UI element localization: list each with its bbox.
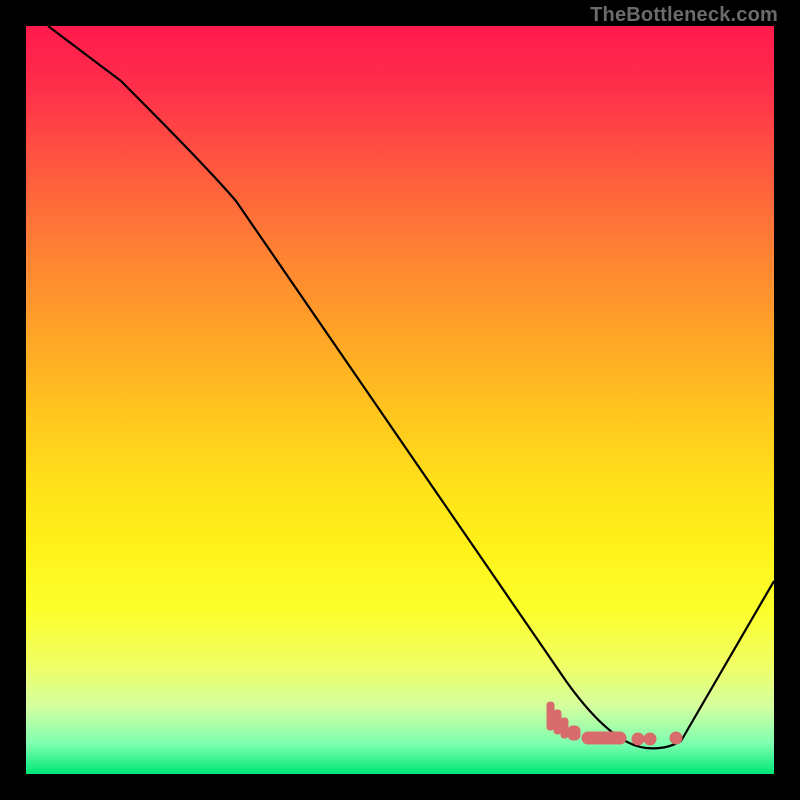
watermark-text: TheBottleneck.com [590,4,778,27]
optimal-range-markers [547,702,682,745]
bottleneck-curve [48,26,774,748]
plot-area [26,26,774,774]
chart-frame: TheBottleneck.com [0,0,800,800]
curve-layer [26,26,774,774]
